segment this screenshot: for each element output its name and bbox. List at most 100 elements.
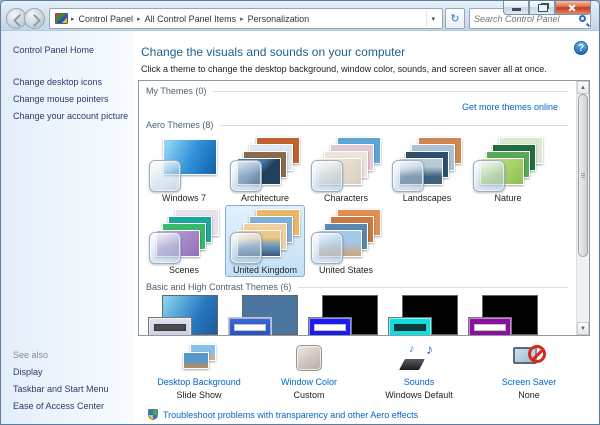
theme-thumbnail [473,137,543,192]
theme-label: Scenes [169,265,199,275]
theme-label: Windows 7 [162,193,206,203]
group-label: My Themes (0) [146,86,206,96]
breadcrumb-personalization[interactable]: Personalization [245,14,313,24]
basic-theme-thumbnail-3[interactable] [308,295,381,335]
theme-label: Characters [324,193,368,203]
get-more-themes-row: Get more themes online [139,99,576,115]
glass-overlay-icon [392,160,424,192]
group-rule [220,125,568,126]
personalization-icon [55,13,68,24]
theme-scenes[interactable]: Scenes [144,205,224,277]
main-panel: Change the visuals and sounds on your co… [134,31,599,425]
sidebar-item-change-account-picture[interactable]: Change your account picture [13,111,130,121]
theme-list-content: My Themes (0) Get more themes online Aer… [139,81,576,335]
search-input[interactable] [474,14,579,24]
window-color-button[interactable]: Window Color Custom [254,343,364,400]
theme-thumbnail [392,137,462,192]
troubleshoot-shield-icon [148,409,158,420]
theme-label: Nature [494,193,521,203]
minimize-button[interactable] [503,1,529,15]
sidebar: Control Panel Home Change desktop icons … [1,31,134,425]
sidebar-item-taskbar-start-menu[interactable]: Taskbar and Start Menu [13,384,109,394]
group-rule [213,91,568,92]
sounds-button[interactable]: ♪♪ Sounds Windows Default [364,343,474,400]
theme-thumbnail [149,137,219,192]
address-bar[interactable]: Control Panel All Control Panel Items Pe… [49,8,443,29]
theme-windows-7[interactable]: Windows 7 [144,133,224,205]
page-title: Change the visuals and sounds on your co… [141,45,590,59]
troubleshoot-row: Troubleshoot problems with transparency … [148,409,590,420]
sidebar-item-ease-of-access[interactable]: Ease of Access Center [13,401,109,411]
glass-overlay-icon [149,160,181,192]
desktop-background-button[interactable]: Desktop Background Slide Show [144,343,254,400]
refresh-icon[interactable] [445,8,465,29]
sounds-value: Windows Default [385,390,453,400]
glass-overlay-icon [311,232,343,264]
screen-saver-button[interactable]: Screen Saver None [474,343,584,400]
group-label: Aero Themes (8) [146,120,213,130]
basic-theme-thumbnail-4[interactable] [388,295,461,335]
basic-theme-thumbnail-5[interactable] [468,295,541,335]
address-dropdown-icon[interactable] [426,11,439,26]
theme-list: My Themes (0) Get more themes online Aer… [138,80,590,336]
aero-themes-row-2: Scenes United Kingdom [139,205,576,277]
theme-thumbnail [311,209,381,264]
sidebar-item-change-mouse-pointers[interactable]: Change mouse pointers [13,94,130,104]
theme-characters[interactable]: Characters [306,133,386,205]
breadcrumb-all-items[interactable]: All Control Panel Items [142,14,240,24]
vertical-scrollbar[interactable] [576,81,589,335]
see-also-header: See also [13,350,109,360]
theme-settings-row: Desktop Background Slide Show Window Col… [138,343,590,400]
glass-overlay-icon [473,160,505,192]
see-also-section: See also Display Taskbar and Start Menu … [13,350,109,418]
page-subtitle: Click a theme to change the desktop back… [141,64,590,74]
glass-overlay-icon [230,160,262,192]
help-icon[interactable] [574,41,588,55]
get-more-themes-link[interactable]: Get more themes online [462,102,558,112]
scroll-down-icon[interactable] [577,322,589,335]
search-icon [579,15,586,22]
group-header-basic-themes: Basic and High Contrast Themes (6) [146,282,568,292]
theme-thumbnail [230,209,300,264]
theme-thumbnail [311,137,381,192]
theme-nature[interactable]: Nature [468,133,548,205]
basic-theme-thumbnail-1[interactable] [148,295,221,335]
close-button[interactable] [555,1,591,15]
group-rule [298,287,568,288]
basic-themes-row [139,295,576,335]
aero-themes-row-1: Windows 7 Architecture [139,133,576,205]
window-color-value: Custom [293,390,324,400]
sidebar-item-display[interactable]: Display [13,367,109,377]
group-label: Basic and High Contrast Themes (6) [146,282,291,292]
basic-theme-thumbnail-2[interactable] [228,295,301,335]
glass-overlay-icon [311,160,343,192]
theme-united-kingdom-selected[interactable]: United Kingdom [225,205,305,277]
scrollbar-thumb[interactable] [578,94,588,257]
desktop-background-label: Desktop Background [157,377,241,387]
forward-button[interactable] [24,8,45,29]
breadcrumb-control-panel[interactable]: Control Panel [76,14,137,24]
glass-overlay-icon [149,232,181,264]
sounds-icon: ♪♪ [401,343,437,373]
glass-overlay-icon [230,232,262,264]
screen-saver-value: None [518,390,540,400]
theme-united-states[interactable]: United States [306,205,386,277]
window-chrome: Control Panel All Control Panel Items Pe… [1,1,599,31]
sidebar-item-change-desktop-icons[interactable]: Change desktop icons [13,77,130,87]
content-area: Control Panel Home Change desktop icons … [1,31,599,425]
screen-saver-label: Screen Saver [502,377,557,387]
desktop-background-value: Slide Show [176,390,221,400]
theme-landscapes[interactable]: Landscapes [387,133,467,205]
restore-button[interactable] [529,1,555,15]
screen-saver-icon [511,343,547,373]
theme-architecture[interactable]: Architecture [225,133,305,205]
window-color-label: Window Color [281,377,337,387]
theme-thumbnail [230,137,300,192]
window-color-icon [291,343,327,373]
sidebar-item-control-panel-home[interactable]: Control Panel Home [13,45,130,55]
scroll-up-icon[interactable] [577,81,589,94]
theme-label: Architecture [241,193,289,203]
group-header-my-themes: My Themes (0) [146,86,568,96]
desktop-background-icon [181,343,217,373]
troubleshoot-link[interactable]: Troubleshoot problems with transparency … [163,410,418,420]
